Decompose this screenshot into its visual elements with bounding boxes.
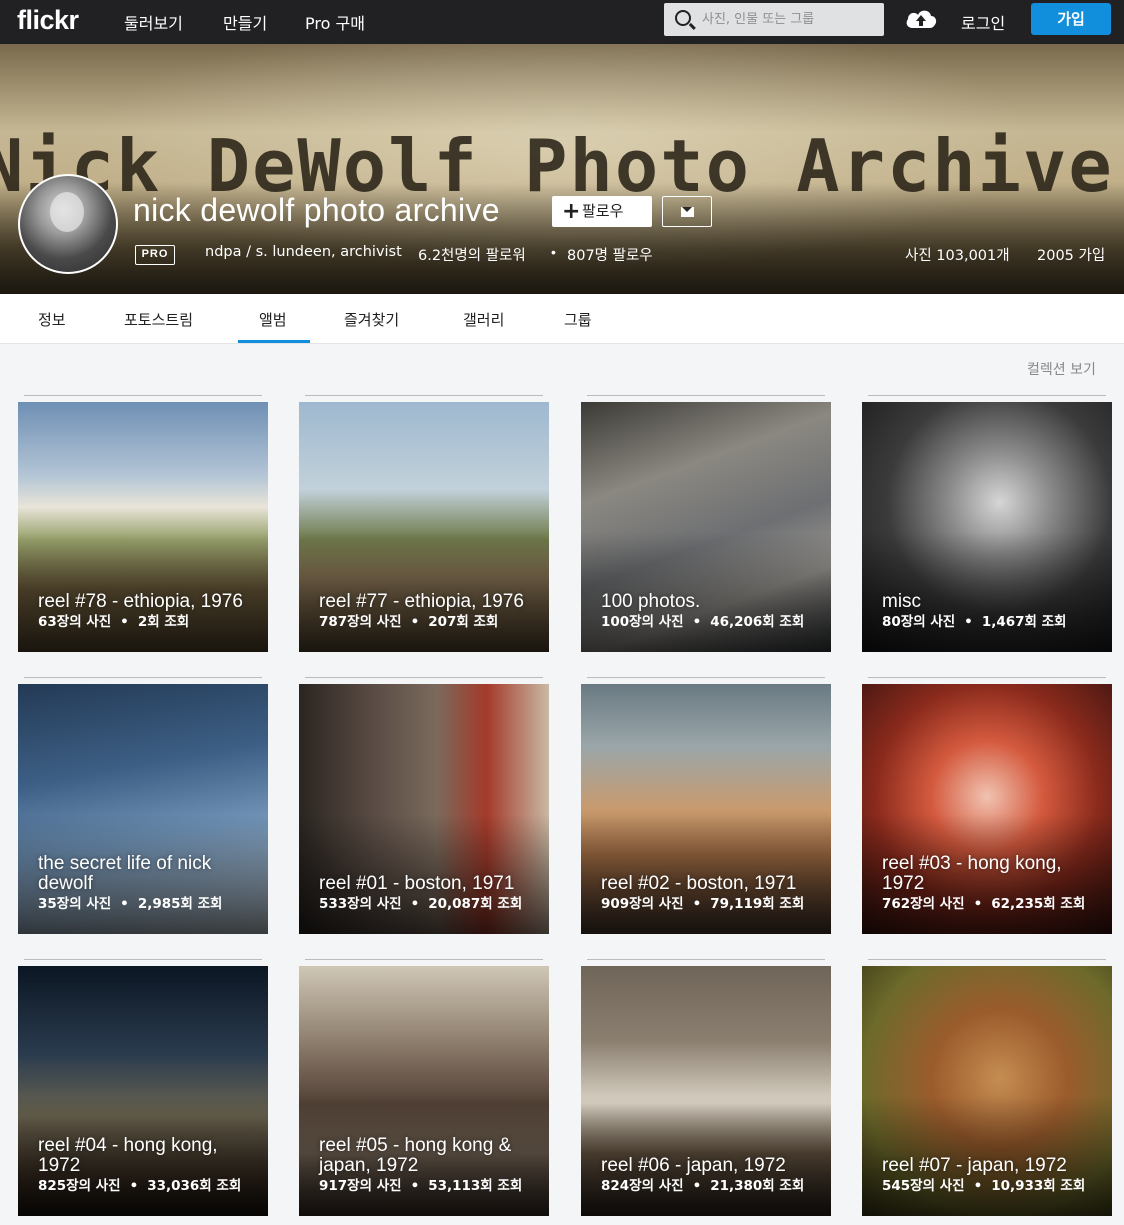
album-card[interactable]: reel #03 - hong kong, 1972 762장의 사진 • 62,2… <box>862 684 1112 934</box>
album-title: reel #01 - boston, 1971 <box>319 873 515 894</box>
pro-badge: PRO <box>135 245 175 265</box>
album-title: reel #78 - ethiopia, 1976 <box>38 591 243 612</box>
album-title: reel #04 - hong kong, 1972 <box>38 1135 218 1176</box>
album-title: reel #07 - japan, 1972 <box>882 1155 1067 1176</box>
album-card[interactable]: misc 80장의 사진 • 1,467회 조회 <box>862 402 1112 652</box>
album-stats: 787장의 사진 • 207회 조회 <box>319 614 499 630</box>
mail-icon <box>681 207 694 217</box>
album-stats: 100장의 사진 • 46,206회 조회 <box>601 614 805 630</box>
profile-tabs: 정보 포토스트림 앨범 즐겨찾기 갤러리 그룹 <box>0 294 1124 344</box>
album-title: reel #77 - ethiopia, 1976 <box>319 591 524 612</box>
search-box <box>664 3 884 36</box>
tab-about[interactable]: 정보 <box>38 309 66 330</box>
album-title: reel #03 - hong kong, 1972 <box>882 853 1062 894</box>
flickr-logo[interactable]: flickr <box>17 5 79 36</box>
mail-button[interactable] <box>662 196 712 227</box>
album-card[interactable]: reel #06 - japan, 1972 824장의 사진 • 21,380회 … <box>581 966 831 1216</box>
album-card[interactable]: 100 photos. 100장의 사진 • 46,206회 조회 <box>581 402 831 652</box>
album-stats: 63장의 사진 • 2회 조회 <box>38 614 190 630</box>
top-navigation-bar: flickr 둘러보기 만들기 Pro 구매 로그인 가입 <box>0 0 1124 44</box>
album-stats: 533장의 사진 • 20,087회 조회 <box>319 896 523 912</box>
signup-button[interactable]: 가입 <box>1031 3 1111 35</box>
album-stats: 909장의 사진 • 79,119회 조회 <box>601 896 805 912</box>
album-title: misc <box>882 591 922 612</box>
album-card[interactable]: reel #05 - hong kong & japan, 1972 917장의… <box>299 966 549 1216</box>
album-card[interactable]: reel #77 - ethiopia, 1976 787장의 사진 • 207회 … <box>299 402 549 652</box>
login-link[interactable]: 로그인 <box>961 10 1005 34</box>
album-card[interactable]: reel #78 - ethiopia, 1976 63장의 사진 • 2회 조회 <box>18 402 268 652</box>
avatar[interactable] <box>18 174 118 274</box>
active-tab-indicator <box>238 340 310 343</box>
album-stats: 762장의 사진 • 62,235회 조회 <box>882 896 1086 912</box>
joined-year: 2005 가입 <box>1037 248 1106 264</box>
album-stats: 825장의 사진 • 33,036회 조회 <box>38 1178 242 1194</box>
profile-name: nick dewolf photo archive <box>133 192 500 228</box>
album-stats: 35장의 사진 • 2,985회 조회 <box>38 896 223 912</box>
nav-explore[interactable]: 둘러보기 <box>124 10 183 34</box>
cloud-upload-icon[interactable] <box>905 6 937 30</box>
view-collections-link[interactable]: 컬렉션 보기 <box>1027 359 1096 379</box>
followers-count[interactable]: 6.2천명의 팔로워 <box>418 244 526 265</box>
tab-photostream[interactable]: 포토스트림 <box>124 309 193 330</box>
album-card[interactable]: reel #02 - boston, 1971 909장의 사진 • 79,119회… <box>581 684 831 934</box>
nav-create[interactable]: 만들기 <box>223 10 267 34</box>
follow-label: 팔로우 <box>582 202 624 220</box>
album-stats: 824장의 사진 • 21,380회 조회 <box>601 1178 805 1194</box>
tab-groups[interactable]: 그룹 <box>564 309 592 330</box>
album-card[interactable]: reel #01 - boston, 1971 533장의 사진 • 20,087회… <box>299 684 549 934</box>
tab-favorites[interactable]: 즐겨찾기 <box>344 309 399 330</box>
plus-icon: + <box>562 199 581 224</box>
album-title: reel #02 - boston, 1971 <box>601 873 797 894</box>
album-card[interactable]: reel #04 - hong kong, 1972 825장의 사진 • 33,0… <box>18 966 268 1216</box>
album-card[interactable]: the secret life of nick dewolf 35장의 사진 • 2… <box>18 684 268 934</box>
photo-count: 사진 103,001개 <box>905 248 1010 264</box>
follow-button[interactable]: + 팔로우 <box>552 196 652 227</box>
tab-albums[interactable]: 앨범 <box>259 309 287 330</box>
real-name: ndpa / s. lundeen, archivist <box>205 244 402 260</box>
search-input[interactable] <box>702 9 877 29</box>
album-card[interactable]: reel #07 - japan, 1972 545장의 사진 • 10,933회 … <box>862 966 1112 1216</box>
album-stats: 80장의 사진 • 1,467회 조회 <box>882 614 1067 630</box>
album-title: reel #06 - japan, 1972 <box>601 1155 786 1176</box>
album-title: the secret life of nick dewolf <box>38 853 212 894</box>
album-title: reel #05 - hong kong & japan, 1972 <box>319 1135 512 1176</box>
separator-dot: • <box>551 244 556 260</box>
album-title: 100 photos. <box>601 591 701 612</box>
nav-buy-pro[interactable]: Pro 구매 <box>305 10 365 34</box>
search-icon[interactable] <box>675 10 691 26</box>
album-stats: 917장의 사진 • 53,113회 조회 <box>319 1178 523 1194</box>
album-stats: 545장의 사진 • 10,933회 조회 <box>882 1178 1086 1194</box>
following-count[interactable]: 807명 팔로우 <box>567 244 653 265</box>
tab-galleries[interactable]: 갤러리 <box>463 309 504 330</box>
